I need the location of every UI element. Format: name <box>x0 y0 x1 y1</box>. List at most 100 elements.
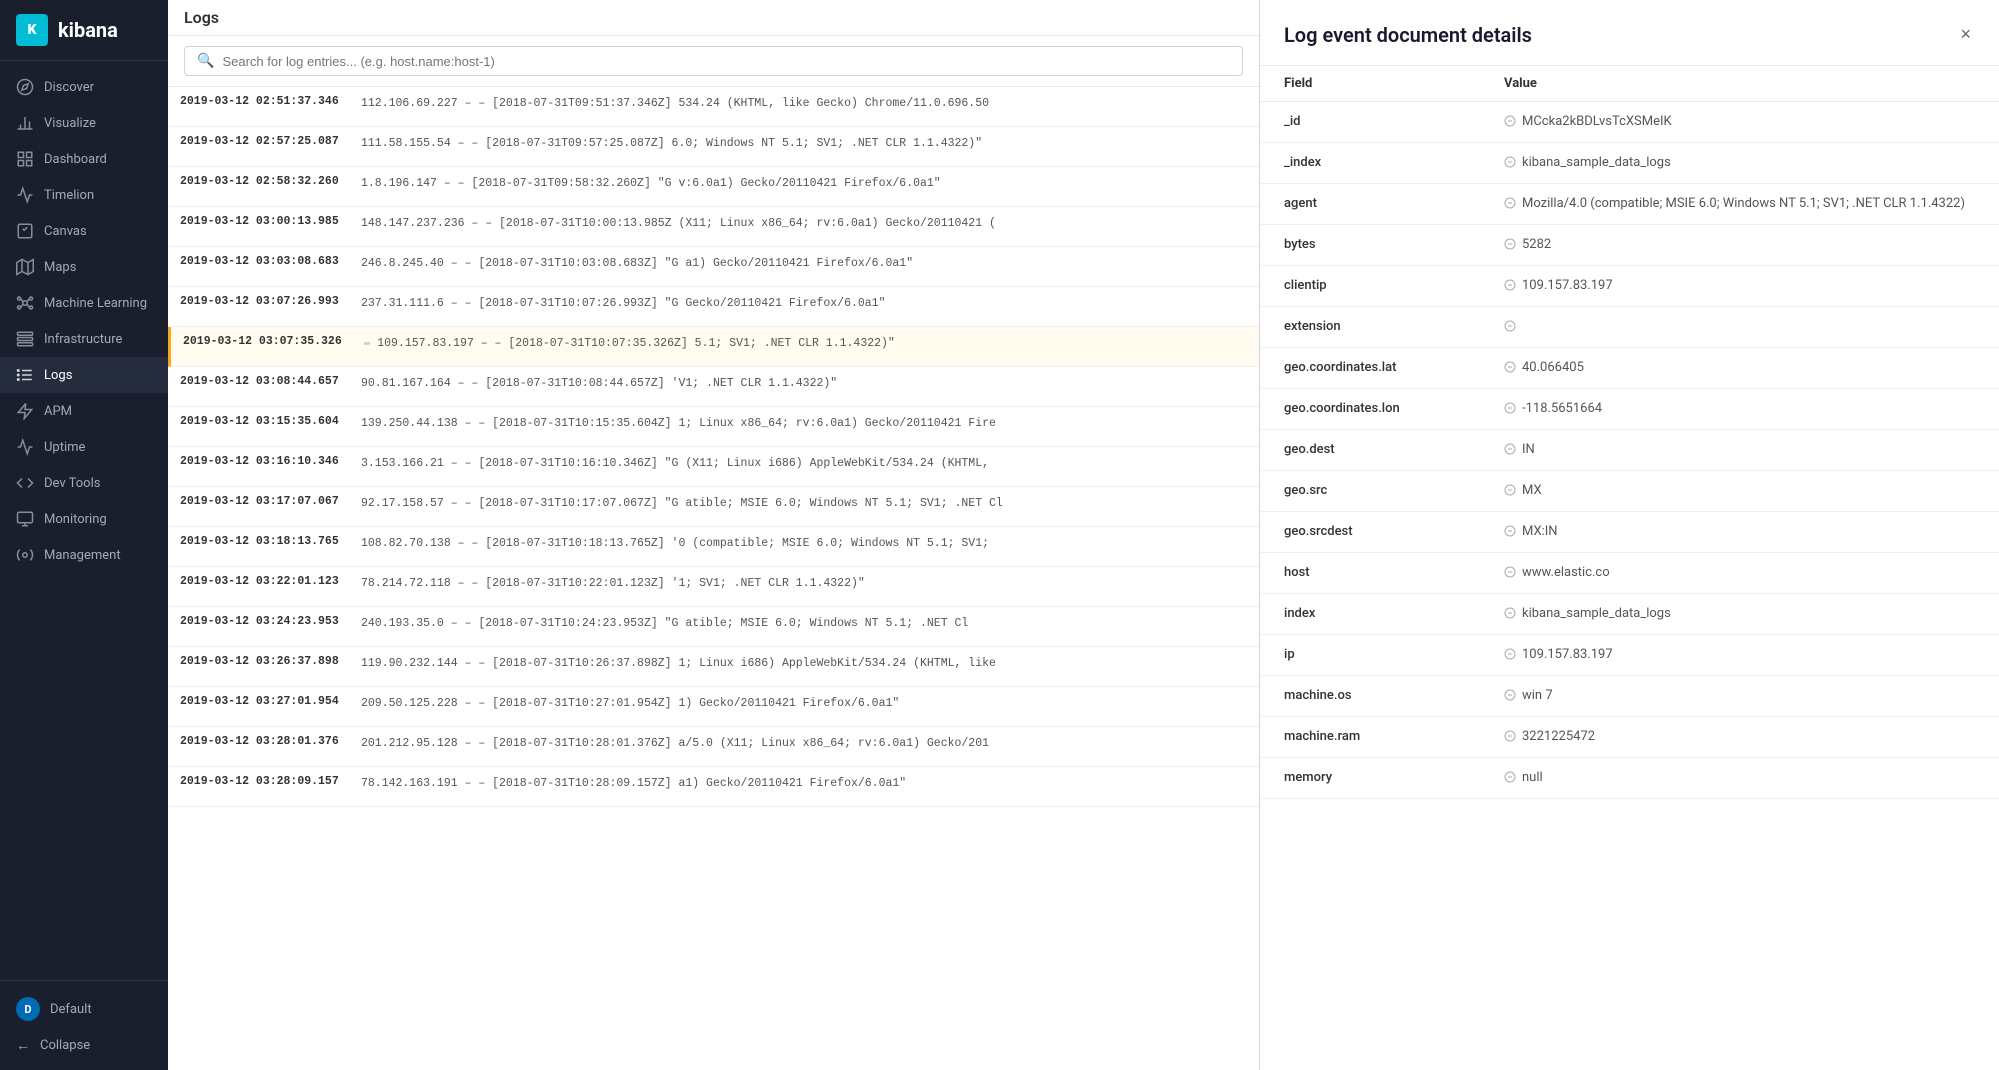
log-row[interactable]: 2019-03-12 03:24:23.953240.193.35.0 – – … <box>168 607 1259 647</box>
sidebar-item-infrastructure[interactable]: Infrastructure <box>0 321 168 357</box>
field-name: geo.coordinates.lat <box>1284 360 1504 376</box>
detail-row: geo.srcMX <box>1260 471 1999 512</box>
detail-rows-container: _idMCcka2kBDLvsTcXSMeIK_indexkibana_samp… <box>1260 102 1999 799</box>
app-name: kibana <box>58 18 118 42</box>
log-message: 240.193.35.0 – – [2018-07-31T10:24:23.95… <box>353 607 1259 646</box>
search-input[interactable] <box>222 54 1230 69</box>
value-text: 40.066405 <box>1522 360 1584 375</box>
field-value: MCcka2kBDLvsTcXSMeIK <box>1504 114 1975 130</box>
sidebar-item-dashboard[interactable]: Dashboard <box>0 141 168 177</box>
sidebar-item-canvas[interactable]: Canvas <box>0 213 168 249</box>
field-value: win 7 <box>1504 688 1975 704</box>
log-row[interactable]: 2019-03-12 02:51:37.346112.106.69.227 – … <box>168 87 1259 127</box>
search-input-wrap[interactable]: 🔍 <box>184 46 1243 76</box>
log-row[interactable]: 2019-03-12 03:28:09.15778.142.163.191 – … <box>168 767 1259 807</box>
sidebar-item-dev-tools[interactable]: Dev Tools <box>0 465 168 501</box>
log-row[interactable]: 2019-03-12 02:57:25.087111.58.155.54 – –… <box>168 127 1259 167</box>
sidebar-item-timelion[interactable]: Timelion <box>0 177 168 213</box>
nav-label: Management <box>44 548 121 563</box>
detail-table-header: Field Value <box>1260 66 1999 102</box>
log-timestamp: 2019-03-12 03:07:26.993 <box>168 287 353 326</box>
user-item[interactable]: D Default <box>0 989 168 1029</box>
log-row[interactable]: 2019-03-12 03:07:35.326✏ 109.157.83.197 … <box>168 327 1259 367</box>
app-logo[interactable]: K kibana <box>0 0 168 61</box>
log-message: 90.81.167.164 – – [2018-07-31T10:08:44.6… <box>353 367 1259 406</box>
detail-row: geo.srcdestMX:IN <box>1260 512 1999 553</box>
filter-icon <box>1504 771 1516 786</box>
log-timestamp: 2019-03-12 03:15:35.604 <box>168 407 353 446</box>
field-name: geo.srcdest <box>1284 524 1504 540</box>
log-row[interactable]: 2019-03-12 03:22:01.12378.214.72.118 – –… <box>168 567 1259 607</box>
value-text: 109.157.83.197 <box>1522 278 1613 293</box>
uptime-icon <box>16 438 34 456</box>
detail-row: ip109.157.83.197 <box>1260 635 1999 676</box>
field-name: extension <box>1284 319 1504 335</box>
log-message: 209.50.125.228 – – [2018-07-31T10:27:01.… <box>353 687 1259 726</box>
field-value: Mozilla/4.0 (compatible; MSIE 6.0; Windo… <box>1504 196 1975 212</box>
compass-icon <box>16 78 34 96</box>
sidebar-item-visualize[interactable]: Visualize <box>0 105 168 141</box>
sidebar-item-apm[interactable]: APM <box>0 393 168 429</box>
nav-label: Dev Tools <box>44 476 100 491</box>
nav-label: Discover <box>44 80 94 95</box>
nav-label: Uptime <box>44 440 85 455</box>
log-row[interactable]: 2019-03-12 03:15:35.604139.250.44.138 – … <box>168 407 1259 447</box>
sidebar-item-logs[interactable]: Logs <box>0 357 168 393</box>
close-button[interactable]: × <box>1956 20 1975 49</box>
devtools-icon <box>16 474 34 492</box>
value-text: 5282 <box>1522 237 1551 252</box>
timelion-icon <box>16 186 34 204</box>
field-name: clientip <box>1284 278 1504 294</box>
log-row[interactable]: 2019-03-12 03:16:10.3463.153.166.21 – – … <box>168 447 1259 487</box>
field-value: -118.5651664 <box>1504 401 1975 417</box>
filter-icon <box>1504 689 1516 704</box>
log-row[interactable]: 2019-03-12 03:18:13.765108.82.70.138 – –… <box>168 527 1259 567</box>
sidebar-item-monitoring[interactable]: Monitoring <box>0 501 168 537</box>
log-row[interactable]: 2019-03-12 03:27:01.954209.50.125.228 – … <box>168 687 1259 727</box>
sidebar-item-discover[interactable]: Discover <box>0 69 168 105</box>
field-value: kibana_sample_data_logs <box>1504 155 1975 171</box>
nav-label: APM <box>44 404 72 419</box>
detail-title: Log event document details <box>1284 23 1532 47</box>
log-row[interactable]: 2019-03-12 03:28:01.376201.212.95.128 – … <box>168 727 1259 767</box>
field-value: MX:IN <box>1504 524 1975 540</box>
sidebar-item-machine-learning[interactable]: Machine Learning <box>0 285 168 321</box>
log-row[interactable]: 2019-03-12 02:58:32.2601.8.196.147 – – [… <box>168 167 1259 207</box>
log-timestamp: 2019-03-12 03:27:01.954 <box>168 687 353 726</box>
filter-icon <box>1504 402 1516 417</box>
log-timestamp: 2019-03-12 03:08:44.657 <box>168 367 353 406</box>
filter-icon <box>1504 484 1516 499</box>
filter-icon <box>1504 197 1516 212</box>
value-text: kibana_sample_data_logs <box>1522 606 1671 621</box>
field-value: IN <box>1504 442 1975 458</box>
detail-row: machine.oswin 7 <box>1260 676 1999 717</box>
sidebar-item-management[interactable]: Management <box>0 537 168 573</box>
map-icon <box>16 258 34 276</box>
log-timestamp: 2019-03-12 03:03:08.683 <box>168 247 353 286</box>
filter-icon <box>1504 320 1516 335</box>
filter-icon <box>1504 648 1516 663</box>
log-row[interactable]: 2019-03-12 03:08:44.65790.81.167.164 – –… <box>168 367 1259 407</box>
sidebar-item-uptime[interactable]: Uptime <box>0 429 168 465</box>
management-icon <box>16 546 34 564</box>
field-value <box>1504 319 1975 335</box>
log-row[interactable]: 2019-03-12 03:17:07.06792.17.158.57 – – … <box>168 487 1259 527</box>
apm-icon <box>16 402 34 420</box>
log-row[interactable]: 2019-03-12 03:07:26.993237.31.111.6 – – … <box>168 287 1259 327</box>
log-row[interactable]: 2019-03-12 03:00:13.985148.147.237.236 –… <box>168 207 1259 247</box>
log-message: 78.142.163.191 – – [2018-07-31T10:28:09.… <box>353 767 1259 806</box>
log-message: 237.31.111.6 – – [2018-07-31T10:07:26.99… <box>353 287 1259 326</box>
filter-icon <box>1504 361 1516 376</box>
sidebar-item-maps[interactable]: Maps <box>0 249 168 285</box>
detail-row: _indexkibana_sample_data_logs <box>1260 143 1999 184</box>
nav-label: Visualize <box>44 116 96 131</box>
log-timestamp: 2019-03-12 03:07:35.326 <box>171 327 356 366</box>
field-name: geo.dest <box>1284 442 1504 458</box>
log-row[interactable]: 2019-03-12 03:26:37.898119.90.232.144 – … <box>168 647 1259 687</box>
nav-label: Canvas <box>44 224 87 239</box>
nav-label: Monitoring <box>44 512 107 527</box>
infra-icon <box>16 330 34 348</box>
log-row[interactable]: 2019-03-12 03:03:08.683246.8.245.40 – – … <box>168 247 1259 287</box>
collapse-item[interactable]: ← Collapse <box>0 1029 168 1062</box>
logs-icon <box>16 366 34 384</box>
